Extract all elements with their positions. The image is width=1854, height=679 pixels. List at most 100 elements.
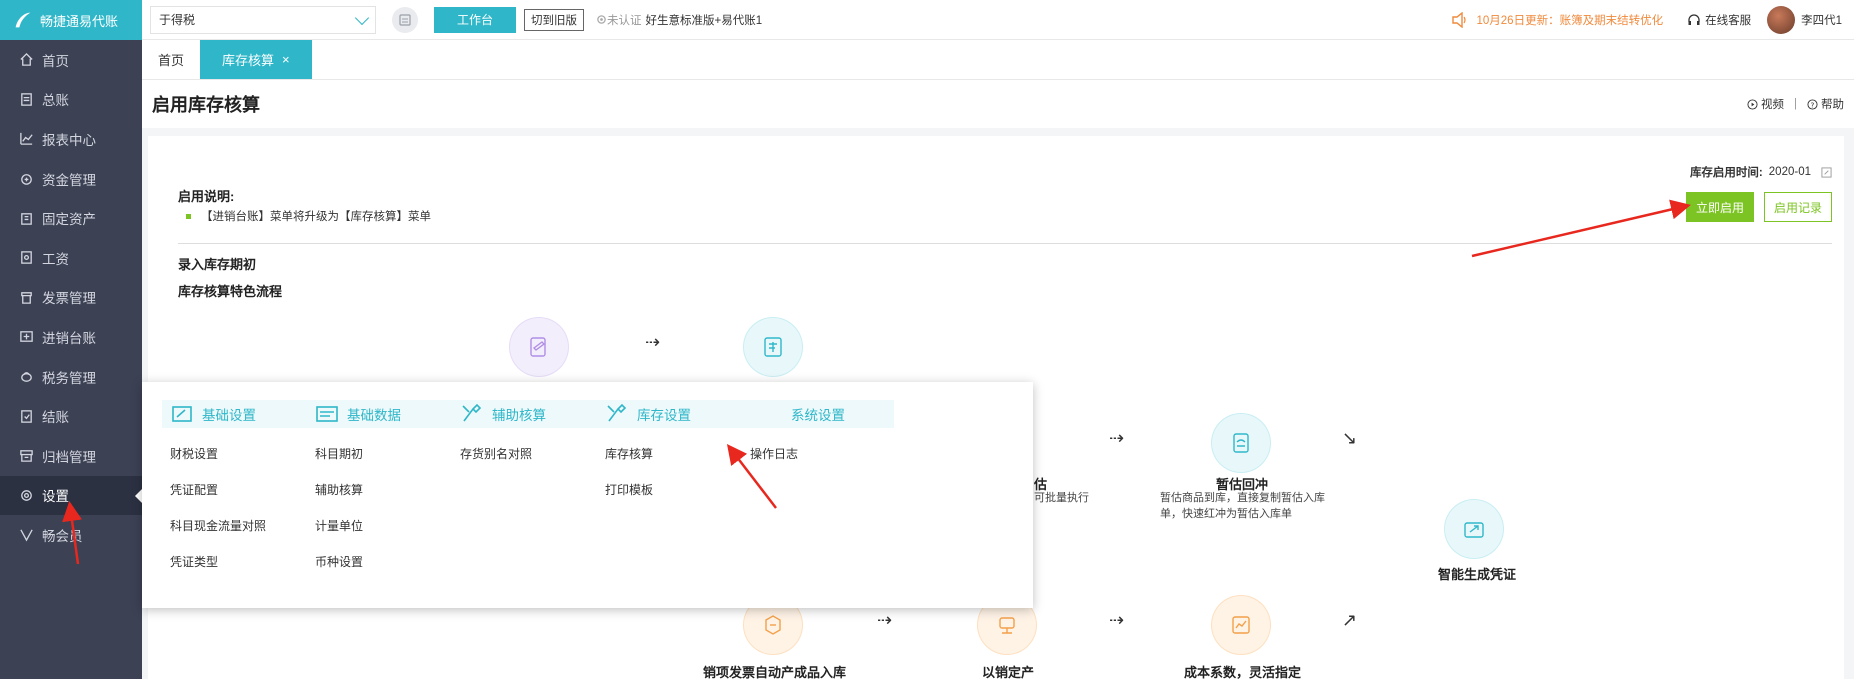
gear-small-icon (597, 15, 606, 24)
dropdown-column: 系统设置 操作日志 (742, 400, 894, 472)
help-icon: ? (1807, 98, 1818, 110)
logo-icon (15, 12, 31, 28)
user-name[interactable]: 李四代1 (1801, 12, 1842, 28)
sidebar-item[interactable]: 首页 (0, 40, 142, 80)
sidebar-item-label: 资金管理 (42, 172, 96, 188)
enable-record-button[interactable]: 启用记录 (1764, 192, 1832, 222)
sidebar-item[interactable]: 税务管理 (0, 357, 142, 397)
sidebar: 畅捷通易代账 首页总账报表中心资金管理固定资产工资发票管理进销台账税务管理结账归… (0, 0, 142, 679)
dropdown-column-title: 库存设置 (597, 400, 749, 428)
company-select[interactable]: 于得税 (150, 5, 376, 34)
tab-inventory[interactable]: 库存核算 × (200, 40, 312, 79)
online-service-link[interactable]: 在线客服 (1687, 12, 1751, 28)
dropdown-menu-item[interactable]: 币种设置 (307, 544, 459, 580)
dropdown-column: 辅助核算存货别名对照 (452, 400, 604, 472)
wrench-icon (607, 403, 627, 422)
sidebar-item[interactable]: 进销台账 (0, 317, 142, 357)
help-link[interactable]: ? 帮助 (1807, 96, 1844, 112)
dropdown-column-title: 系统设置 (742, 400, 894, 428)
edit-icon[interactable] (1821, 166, 1832, 178)
sidebar-item[interactable]: 工资 (0, 238, 142, 278)
sidebar-item[interactable]: 报表中心 (0, 119, 142, 159)
sidebar-item[interactable]: 发票管理 (0, 278, 142, 318)
video-link[interactable]: 视频 (1747, 96, 1784, 112)
flow-arrow: ⇢ (877, 610, 893, 630)
wrench-icon (462, 403, 482, 422)
dropdown-menu-item[interactable]: 凭证配置 (162, 472, 314, 508)
update-notice[interactable]: 10月26日更新：账簿及期末结转优化 (1451, 11, 1663, 28)
enable-now-button[interactable]: 立即启用 (1686, 192, 1754, 222)
purchase-node (510, 318, 568, 376)
dropdown-menu-item[interactable]: 库存核算 (597, 436, 749, 472)
svg-text:?: ? (1811, 100, 1815, 109)
dropdown-menu-item[interactable]: 凭证类型 (162, 544, 314, 580)
sidebar-item-label: 发票管理 (42, 291, 96, 307)
description-item: 【进销台账】菜单将升级为【库存核算】菜单 (186, 208, 431, 224)
page-title: 启用库存核算 (152, 95, 260, 115)
sidebar-item[interactable]: 固定资产 (0, 198, 142, 238)
sidebar-item[interactable]: 归档管理 (0, 436, 142, 476)
sidebar-item[interactable]: 资金管理 (0, 159, 142, 199)
template-name: 好生意标准版+易代账1 (645, 14, 763, 27)
receipt-icon (764, 337, 782, 357)
description-text: 【进销台账】菜单将升级为【库存核算】菜单 (201, 211, 431, 223)
sidebar-item-label: 税务管理 (42, 370, 96, 386)
sidebar-item-label: 报表中心 (42, 132, 96, 148)
production-label: 以销定产 (982, 665, 1035, 679)
flow-arrow: ⇢ (1109, 428, 1125, 448)
tab-home[interactable]: 首页 (142, 40, 200, 79)
uncertified-badge[interactable]: 未认证 (596, 12, 642, 28)
switch-old-version-button[interactable]: 切到旧版 (524, 8, 584, 31)
workbench-button[interactable]: 工作台 (434, 6, 516, 33)
reverse-doc-icon (1233, 433, 1249, 453)
dropdown-column-title: 基础数据 (307, 400, 459, 428)
dropdown-title-text: 基础数据 (347, 408, 401, 423)
sidebar-item[interactable]: 畅会员 (0, 515, 142, 555)
dropdown-menu-item[interactable]: 科目现金流量对照 (162, 508, 314, 544)
close-icon[interactable]: × (282, 52, 290, 67)
reverse-desc: 暂估商品到库，直接复制暂估入库单，快速红冲为暂估入库单 (1160, 492, 1325, 520)
wallet-icon (18, 171, 34, 187)
dropdown-menu-item[interactable]: 打印模板 (597, 472, 749, 508)
sidebar-item-label: 工资 (42, 251, 69, 267)
sidebar-item-label: 结账 (42, 410, 69, 426)
ledger-icon (18, 91, 34, 107)
logo[interactable]: 畅捷通易代账 (0, 0, 142, 40)
sidebar-item[interactable]: 总账 (0, 80, 142, 120)
dropdown-menu-item[interactable]: 财税设置 (162, 436, 314, 472)
dropdown-column: 库存设置库存核算 打印模板 (597, 400, 749, 508)
divider: | (1794, 98, 1797, 110)
uncertified-text: 未认证 (607, 14, 642, 27)
page-header: 启用库存核算 视频 | ? 帮助 (142, 80, 1854, 136)
inventory-start-time: 库存启用时间: 2020-01 (1690, 164, 1832, 180)
cost-coefficient-node (1212, 596, 1270, 654)
play-icon (1747, 98, 1758, 110)
dropdown-title-text: 辅助核算 (492, 408, 546, 423)
vip-icon (18, 527, 34, 543)
sidebar-item-label: 设置 (42, 489, 69, 505)
dropdown-menu-item[interactable]: 科目期初 (307, 436, 459, 472)
top-bar: 于得税 工作台 切到旧版 未认证 好生意标准版+易代账1 10月26日更新：账簿… (142, 0, 1854, 40)
tab-label: 库存核算 (222, 53, 275, 68)
voucher-label: 智能生成凭证 (1438, 567, 1517, 582)
flow-arrow: ⇢ (1109, 610, 1125, 630)
inventory-time-label: 库存启用时间: (1689, 167, 1763, 179)
sidebar-item[interactable]: 设置 (0, 475, 142, 516)
sidebar-item-label: 归档管理 (42, 449, 96, 465)
dropdown-title-text: 基础设置 (202, 408, 256, 423)
dropdown-menu-item[interactable]: 计量单位 (307, 508, 459, 544)
dropdown-column-title: 辅助核算 (452, 400, 604, 428)
coefficient-label: 成本系数，灵活指定 (1184, 665, 1302, 679)
receipt-node (744, 318, 802, 376)
sidebar-item[interactable]: 结账 (0, 396, 142, 436)
archive-icon (18, 448, 34, 464)
avatar[interactable] (1767, 5, 1796, 34)
calendar-button[interactable] (392, 6, 418, 33)
dropdown-menu-item[interactable]: 操作日志 (742, 436, 894, 472)
sidebar-item-label: 总账 (42, 93, 69, 109)
dropdown-menu-item[interactable]: 辅助核算 (307, 472, 459, 508)
description-title: 启用说明: (178, 189, 235, 204)
dropdown-menu-item[interactable]: 存货别名对照 (452, 436, 604, 472)
tab-bar: 首页 库存核算 × (142, 40, 1854, 80)
sidebar-item-label: 畅会员 (42, 528, 83, 544)
